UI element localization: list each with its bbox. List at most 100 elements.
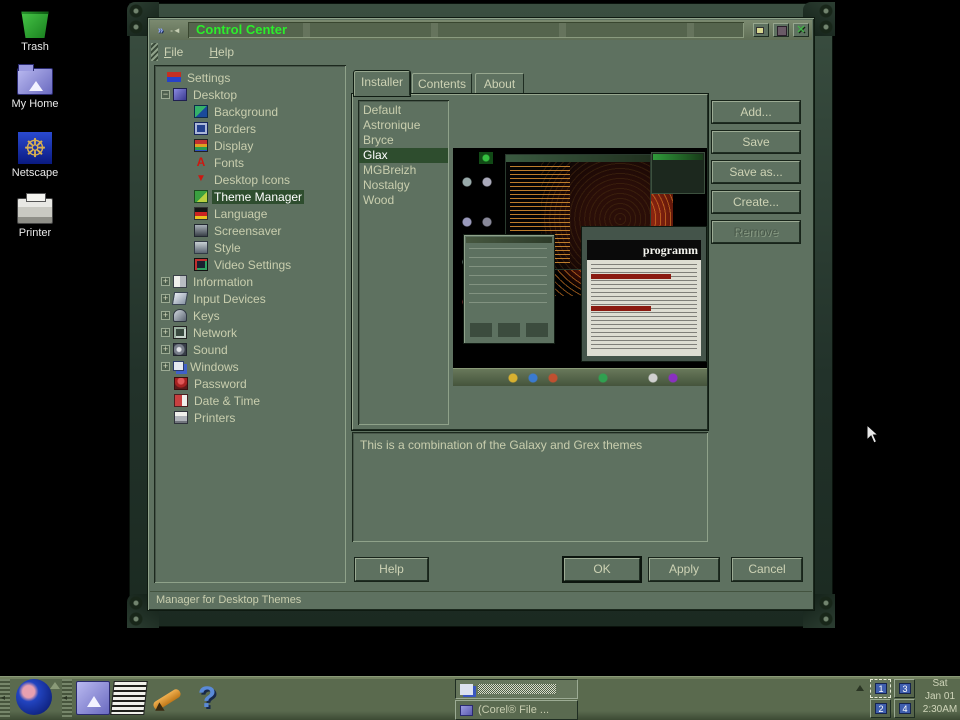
home-folder-button[interactable] bbox=[76, 681, 110, 715]
tree-item-style[interactable]: Style bbox=[157, 239, 346, 256]
desktop-icon bbox=[173, 88, 187, 101]
tree-item-label: Password bbox=[192, 377, 249, 391]
theme-item-nostalgy[interactable]: Nostalgy bbox=[359, 178, 448, 193]
tree-item-video-settings[interactable]: Video Settings bbox=[157, 256, 346, 273]
information-icon bbox=[173, 275, 187, 288]
tree-expander-minus-icon[interactable]: − bbox=[161, 90, 170, 99]
cancel-button[interactable]: Cancel bbox=[732, 558, 802, 581]
tree-expander-plus-icon[interactable]: + bbox=[161, 277, 170, 286]
pager-hide-grip[interactable] bbox=[855, 677, 865, 719]
display-icon bbox=[194, 139, 208, 152]
folder-icon bbox=[460, 705, 473, 716]
theme-item-glax[interactable]: Glax bbox=[359, 148, 448, 163]
desktop-icon-label: Netscape bbox=[0, 167, 70, 179]
pager-desktop-1[interactable]: 1 bbox=[870, 679, 891, 698]
date-time-icon bbox=[174, 394, 188, 407]
tree-item-printers[interactable]: Printers bbox=[157, 409, 346, 426]
task-list: (Corel® File ... bbox=[455, 679, 578, 720]
desktop-icon-netscape[interactable]: ☸ Netscape bbox=[0, 132, 70, 179]
theme-item-bryce[interactable]: Bryce bbox=[359, 133, 448, 148]
sound-icon bbox=[173, 343, 187, 356]
remove-button: Remove bbox=[712, 221, 800, 243]
window-menu-icon[interactable]: » bbox=[153, 25, 168, 36]
tree-item-screensaver[interactable]: Screensaver bbox=[157, 222, 346, 239]
desktop-icon-printer[interactable]: Printer bbox=[0, 198, 70, 239]
tab-about[interactable]: About bbox=[475, 73, 524, 95]
tree-expander-plus-icon[interactable]: + bbox=[161, 362, 170, 371]
help-button[interactable]: Help bbox=[355, 558, 428, 581]
pager-desktop-2[interactable]: 2 bbox=[870, 699, 891, 718]
tree-item-label: Printers bbox=[192, 411, 237, 425]
apply-button[interactable]: Apply bbox=[649, 558, 719, 581]
tree-expander-plus-icon[interactable]: + bbox=[161, 328, 170, 337]
pager-desktop-number: 4 bbox=[899, 703, 911, 714]
help-button[interactable]: ? bbox=[190, 681, 224, 715]
tree-item-settings[interactable]: Settings bbox=[157, 69, 346, 86]
create-button[interactable]: Create... bbox=[712, 191, 800, 213]
panel-hide-grip[interactable] bbox=[0, 679, 10, 719]
menubar-grip[interactable] bbox=[151, 43, 158, 61]
minimize-button[interactable] bbox=[753, 23, 769, 37]
save-as-button[interactable]: Save as... bbox=[712, 161, 800, 183]
terminal-notes-button[interactable] bbox=[110, 681, 148, 715]
panel-section-grip[interactable] bbox=[62, 679, 72, 719]
ok-button[interactable]: OK bbox=[564, 558, 640, 581]
printers-icon bbox=[174, 411, 188, 424]
close-button[interactable]: ✕ bbox=[793, 23, 809, 37]
pager-desktop-3[interactable]: 3 bbox=[894, 679, 915, 698]
theme-item-mgbreizh[interactable]: MGBreizh bbox=[359, 163, 448, 178]
desktop-icon-trash[interactable]: Trash bbox=[0, 6, 70, 53]
tree-item-fonts[interactable]: Fonts bbox=[157, 154, 346, 171]
desktop-icon-my-home[interactable]: My Home bbox=[0, 68, 70, 110]
tree-item-desktop[interactable]: −Desktop bbox=[157, 86, 346, 103]
active-task-dithered-text bbox=[478, 684, 556, 694]
tree-item-label: Keys bbox=[191, 309, 222, 323]
maximize-button[interactable] bbox=[773, 23, 789, 37]
tree-item-input-devices[interactable]: +Input Devices bbox=[157, 290, 346, 307]
tree-expander-plus-icon[interactable]: + bbox=[161, 345, 170, 354]
tree-item-keys[interactable]: + Keys bbox=[157, 307, 346, 324]
settings-icon bbox=[167, 71, 181, 84]
tree-item-windows[interactable]: +Windows bbox=[157, 358, 346, 375]
theme-list: DefaultAstroniqueBryceGlaxMGBreizhNostal… bbox=[358, 100, 449, 425]
tree-panel: Settings−Desktop Background BordersDisplay… bbox=[154, 65, 346, 583]
add-button[interactable]: Add... bbox=[712, 101, 800, 123]
task-button-1[interactable] bbox=[455, 679, 578, 699]
task-button-2[interactable]: (Corel® File ... bbox=[455, 700, 578, 720]
tree-item-label: Borders bbox=[212, 122, 258, 136]
tree-item-password[interactable]: Password bbox=[157, 375, 346, 392]
tree-item-date-time[interactable]: Date & Time bbox=[157, 392, 346, 409]
statusbar: Manager for Desktop Themes bbox=[150, 591, 812, 608]
theme-item-wood[interactable]: Wood bbox=[359, 193, 448, 208]
tree-item-information[interactable]: +Information bbox=[157, 273, 346, 290]
tree-expander-plus-icon[interactable]: + bbox=[161, 311, 170, 320]
preview-small-window bbox=[651, 152, 705, 194]
tab-contents[interactable]: Contents bbox=[412, 73, 472, 95]
theme-item-default[interactable]: Default bbox=[359, 103, 448, 118]
theme-item-astronique[interactable]: Astronique bbox=[359, 118, 448, 133]
tree-item-display[interactable]: Display bbox=[157, 137, 346, 154]
tree-item-label: Background bbox=[212, 105, 280, 119]
app-launcher-button[interactable] bbox=[16, 679, 56, 719]
pager-desktop-4[interactable]: 4 bbox=[894, 699, 915, 718]
save-button[interactable]: Save bbox=[712, 131, 800, 153]
editor-pencil-button[interactable] bbox=[150, 681, 184, 715]
windows-icon bbox=[460, 684, 473, 695]
titlebar[interactable]: » -◄ Control Center ✕ bbox=[150, 20, 812, 40]
clock-date: Jan 01 bbox=[920, 690, 960, 703]
tree-expander-plus-icon[interactable]: + bbox=[161, 294, 170, 303]
tree-item-desktop-icons[interactable]: Desktop Icons bbox=[157, 171, 346, 188]
tab-installer[interactable]: Installer bbox=[354, 71, 410, 96]
menu-help[interactable]: Help bbox=[209, 45, 234, 59]
tree-item-label: Network bbox=[191, 326, 239, 340]
tree-item-sound[interactable]: +Sound bbox=[157, 341, 346, 358]
netscape-wheel-icon: ☸ bbox=[18, 132, 52, 164]
tree-item-theme-manager[interactable]: Theme Manager bbox=[157, 188, 346, 205]
tree-item-label: Fonts bbox=[212, 156, 246, 170]
sticky-pin-icon[interactable]: -◄ bbox=[168, 26, 183, 35]
tree-item-background[interactable]: Background bbox=[157, 103, 346, 120]
tree-item-language[interactable]: Language bbox=[157, 205, 346, 222]
tree-item-borders[interactable]: Borders bbox=[157, 120, 346, 137]
menu-file[interactable]: File bbox=[164, 45, 183, 59]
tree-item-network[interactable]: + Network bbox=[157, 324, 346, 341]
